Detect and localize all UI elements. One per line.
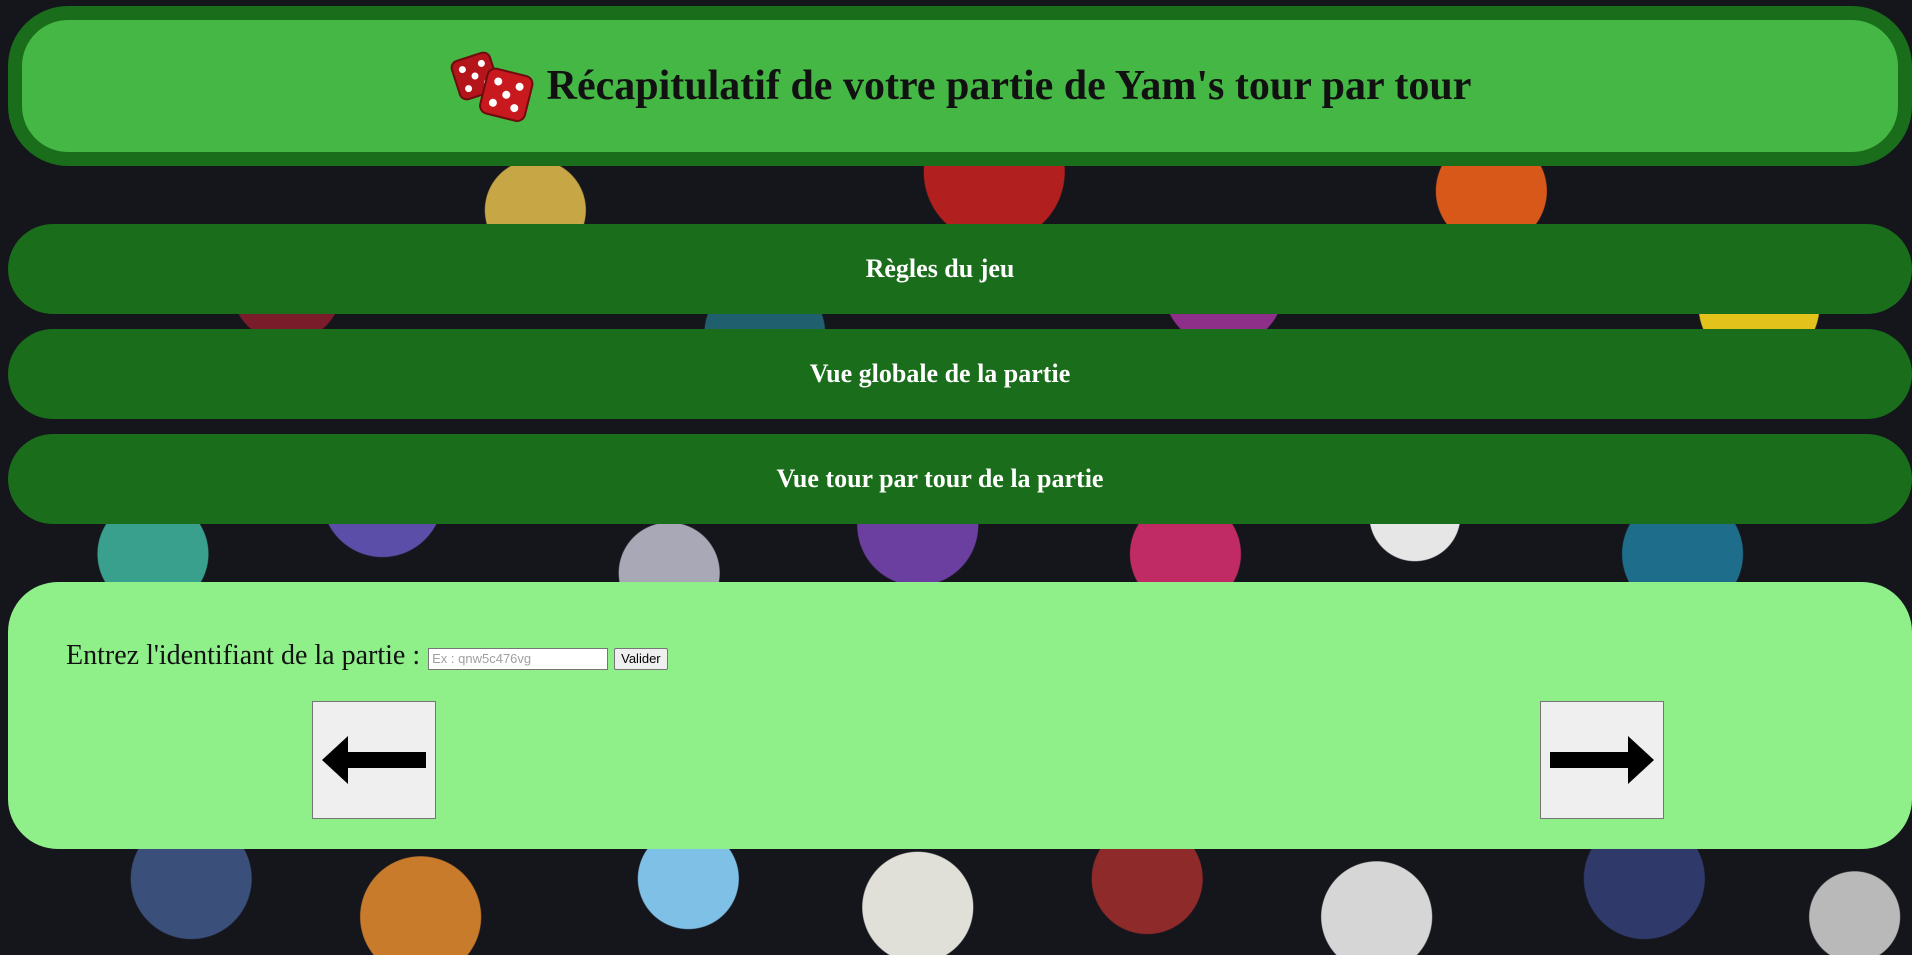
previous-turn-button[interactable] bbox=[312, 701, 436, 819]
game-id-panel: Entrez l'identifiant de la partie : Vali… bbox=[8, 582, 1912, 849]
turn-view-button-label: Vue tour par tour de la partie bbox=[776, 464, 1104, 493]
arrow-right-icon bbox=[1550, 736, 1654, 784]
next-turn-button[interactable] bbox=[1540, 701, 1664, 819]
global-view-button-label: Vue globale de la partie bbox=[809, 359, 1071, 388]
validate-button[interactable]: Valider bbox=[614, 647, 668, 670]
dice-icon bbox=[450, 51, 534, 122]
page-title: Récapitulatif de votre partie de Yam's t… bbox=[546, 63, 1472, 109]
global-view-button[interactable]: Vue globale de la partie bbox=[8, 329, 1912, 419]
rules-button[interactable]: Règles du jeu bbox=[8, 224, 1912, 314]
turn-view-button[interactable]: Vue tour par tour de la partie bbox=[8, 434, 1912, 524]
header-inner: Récapitulatif de votre partie de Yam's t… bbox=[22, 20, 1898, 152]
rules-button-label: Règles du jeu bbox=[865, 254, 1015, 283]
game-id-label: Entrez l'identifiant de la partie : bbox=[66, 640, 421, 671]
header-bar: Récapitulatif de votre partie de Yam's t… bbox=[8, 6, 1912, 166]
game-id-form: Entrez l'identifiant de la partie : Vali… bbox=[66, 640, 668, 672]
game-id-input[interactable] bbox=[428, 647, 609, 670]
arrow-left-icon bbox=[322, 736, 426, 784]
